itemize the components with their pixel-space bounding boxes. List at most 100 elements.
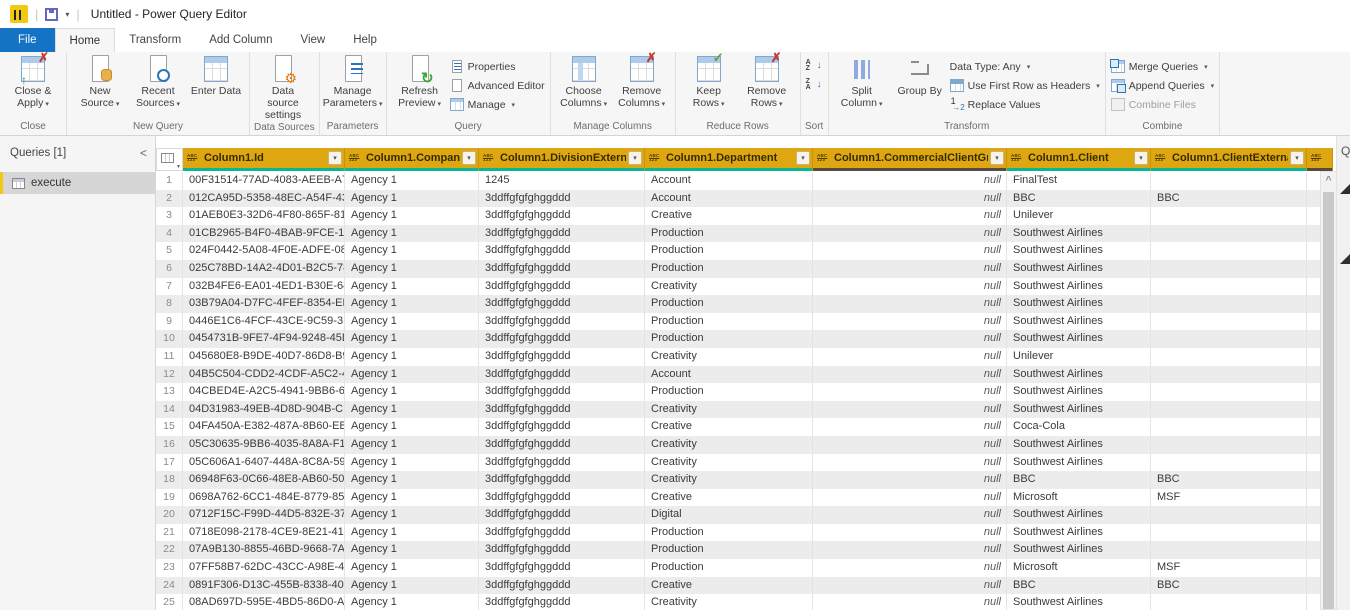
cell-column1-clientexternalid[interactable] <box>1151 242 1307 260</box>
cell-column1-company[interactable]: Agency 1 <box>345 383 479 401</box>
cell-column1-client[interactable]: Southwest Airlines <box>1007 436 1151 454</box>
cell-column1-client[interactable]: Microsoft <box>1007 559 1151 577</box>
cell-column1-commercialclientgroup[interactable]: null <box>813 190 1007 208</box>
select-all-button[interactable]: ▾ <box>156 148 183 171</box>
cell-column1-clientexternalid[interactable] <box>1151 260 1307 278</box>
ribbon-button-remove-rows[interactable]: Remove Rows▾ <box>739 55 795 117</box>
cell-column1-commercialclientgroup[interactable]: null <box>813 383 1007 401</box>
column-filter-button[interactable]: ▾ <box>1290 151 1304 165</box>
cell-column1-department[interactable]: Production <box>645 242 813 260</box>
row-number[interactable]: 7 <box>156 278 183 296</box>
cell-column1-client[interactable]: Southwest Airlines <box>1007 330 1151 348</box>
cell-column1-department[interactable]: Creativity <box>645 348 813 366</box>
cell-column1-id[interactable]: 024F0442-5A08-4F0E-ADFE-0899BDB64... <box>183 242 345 260</box>
cell-column1-clientexternalid[interactable] <box>1151 383 1307 401</box>
cell-column1-company[interactable]: Agency 1 <box>345 242 479 260</box>
cell-column1-department[interactable]: Creative <box>645 577 813 595</box>
cell-column1-commercialclientgroup[interactable]: null <box>813 348 1007 366</box>
ribbon-button-choose-columns[interactable]: Choose Columns▾ <box>556 55 612 117</box>
cell-column1-department[interactable]: Account <box>645 366 813 384</box>
cell-column1-divisionexternalid[interactable]: 3ddffgfgfghggddd <box>479 559 645 577</box>
cell-column1-company[interactable]: Agency 1 <box>345 436 479 454</box>
cell-column1-company[interactable]: Agency 1 <box>345 559 479 577</box>
cell-column1-department[interactable]: Production <box>645 330 813 348</box>
ribbon-button-recent-sources[interactable]: Recent Sources▾ <box>130 55 186 117</box>
cell-column1-department[interactable]: Account <box>645 190 813 208</box>
cell-column1-divisionexternalid[interactable]: 3ddffgfgfghggddd <box>479 295 645 313</box>
column-header-column1-divisionexternalid[interactable]: ABC123Column1.DivisionExternalId▾ <box>479 148 645 171</box>
row-number[interactable]: 3 <box>156 207 183 225</box>
cell-column1-client[interactable]: Southwest Airlines <box>1007 506 1151 524</box>
cell-column1-client[interactable]: Southwest Airlines <box>1007 242 1151 260</box>
cell-column1-divisionexternalid[interactable]: 3ddffgfgfghggddd <box>479 506 645 524</box>
cell-column1-commercialclientgroup[interactable]: null <box>813 541 1007 559</box>
tab-home[interactable]: Home <box>55 28 116 52</box>
ribbon-button-merge-queries[interactable]: Merge Queries▾ <box>1111 59 1214 74</box>
cell-column1-divisionexternalid[interactable]: 3ddffgfgfghggddd <box>479 366 645 384</box>
cell-column1-client[interactable]: Microsoft <box>1007 489 1151 507</box>
row-number[interactable]: 2 <box>156 190 183 208</box>
cell-column1-clientexternalid[interactable] <box>1151 594 1307 610</box>
cell-column1-client[interactable]: FinalTest <box>1007 172 1151 190</box>
cell-column1-company[interactable]: Agency 1 <box>345 418 479 436</box>
column-header-column1-client[interactable]: ABC123Column1.Client▾ <box>1007 148 1151 171</box>
cell-column1-company[interactable]: Agency 1 <box>345 454 479 472</box>
cell-column1-department[interactable]: Production <box>645 559 813 577</box>
ribbon-button-advanced-editor[interactable]: Advanced Editor <box>450 78 545 93</box>
ribbon-button-sort-asc[interactable]: AZ↓ <box>806 59 823 74</box>
cell-column1-company[interactable]: Agency 1 <box>345 489 479 507</box>
cell-column1-clientexternalid[interactable] <box>1151 172 1307 190</box>
cell-column1-id[interactable]: 05C30635-9BB6-4035-8A8A-F196386D8... <box>183 436 345 454</box>
ribbon-button-sort-desc[interactable]: ZA↓ <box>806 78 823 93</box>
row-number[interactable]: 5 <box>156 242 183 260</box>
row-number[interactable]: 22 <box>156 541 183 559</box>
row-number[interactable]: 25 <box>156 594 183 610</box>
vertical-scrollbar[interactable]: ^ <box>1320 171 1337 610</box>
cell-column1-id[interactable]: 04B5C504-CDD2-4CDF-A5C2-4BB6B0345... <box>183 366 345 384</box>
cell-column1-commercialclientgroup[interactable]: null <box>813 401 1007 419</box>
tab-file[interactable]: File <box>0 28 55 52</box>
cell-column1-client[interactable]: Southwest Airlines <box>1007 524 1151 542</box>
cell-column1-client[interactable]: Southwest Airlines <box>1007 383 1151 401</box>
scroll-up-icon[interactable]: ^ <box>1321 172 1336 188</box>
cell-column1-commercialclientgroup[interactable]: null <box>813 594 1007 610</box>
cell-column1-id[interactable]: 07FF58B7-62DC-43CC-A98E-4CB3A6981... <box>183 559 345 577</box>
cell-column1-clientexternalid[interactable] <box>1151 348 1307 366</box>
cell-column1-commercialclientgroup[interactable]: null <box>813 471 1007 489</box>
ribbon-button-combine-files[interactable]: Combine Files <box>1111 97 1214 112</box>
cell-column1-clientexternalid[interactable] <box>1151 541 1307 559</box>
cell-column1-department[interactable]: Production <box>645 524 813 542</box>
cell-column1-id[interactable]: 08AD697D-595E-4BD5-86D0-AAFB03B6... <box>183 594 345 610</box>
cell-column1-clientexternalid[interactable] <box>1151 225 1307 243</box>
row-number[interactable]: 1 <box>156 172 183 190</box>
cell-column1-company[interactable]: Agency 1 <box>345 506 479 524</box>
row-number[interactable]: 8 <box>156 295 183 313</box>
cell-column1-commercialclientgroup[interactable]: null <box>813 524 1007 542</box>
ribbon-button-close-apply[interactable]: ↑Close & Apply▾ <box>5 55 61 117</box>
cell-column1-divisionexternalid[interactable]: 3ddffgfgfghggddd <box>479 418 645 436</box>
cell-column1-divisionexternalid[interactable]: 3ddffgfgfghggddd <box>479 471 645 489</box>
cell-column1-divisionexternalid[interactable]: 3ddffgfgfghggddd <box>479 242 645 260</box>
cell-column1-department[interactable]: Account <box>645 172 813 190</box>
cell-column1-commercialclientgroup[interactable]: null <box>813 436 1007 454</box>
ribbon-button-use-first-row-as-headers[interactable]: Use First Row as Headers▾ <box>950 78 1100 93</box>
column-filter-button[interactable]: ▾ <box>990 151 1004 165</box>
cell-column1-department[interactable]: Digital <box>645 506 813 524</box>
cell-column1-id[interactable]: 0446E1C6-4FCF-43CE-9C59-3E754CC26B... <box>183 313 345 331</box>
ribbon-button-replace-values[interactable]: Replace Values <box>950 97 1100 112</box>
row-number[interactable]: 15 <box>156 418 183 436</box>
row-number[interactable]: 18 <box>156 471 183 489</box>
cell-column1-divisionexternalid[interactable]: 1245 <box>479 172 645 190</box>
cell-column1-clientexternalid[interactable] <box>1151 418 1307 436</box>
ribbon-button-manage-parameters[interactable]: Manage Parameters▾ <box>325 55 381 117</box>
cell-column1-company[interactable]: Agency 1 <box>345 348 479 366</box>
cell-column1-client[interactable]: Unilever <box>1007 348 1151 366</box>
tab-view[interactable]: View <box>287 28 340 52</box>
ribbon-button-data-type-any[interactable]: Data Type: Any▾ <box>950 59 1100 74</box>
column-filter-button[interactable]: ▾ <box>796 151 810 165</box>
cell-column1-department[interactable]: Creativity <box>645 401 813 419</box>
cell-column1-divisionexternalid[interactable]: 3ddffgfgfghggddd <box>479 207 645 225</box>
cell-column1-commercialclientgroup[interactable]: null <box>813 225 1007 243</box>
cell-column1-client[interactable]: Unilever <box>1007 207 1151 225</box>
cell-column1-clientexternalid[interactable] <box>1151 524 1307 542</box>
